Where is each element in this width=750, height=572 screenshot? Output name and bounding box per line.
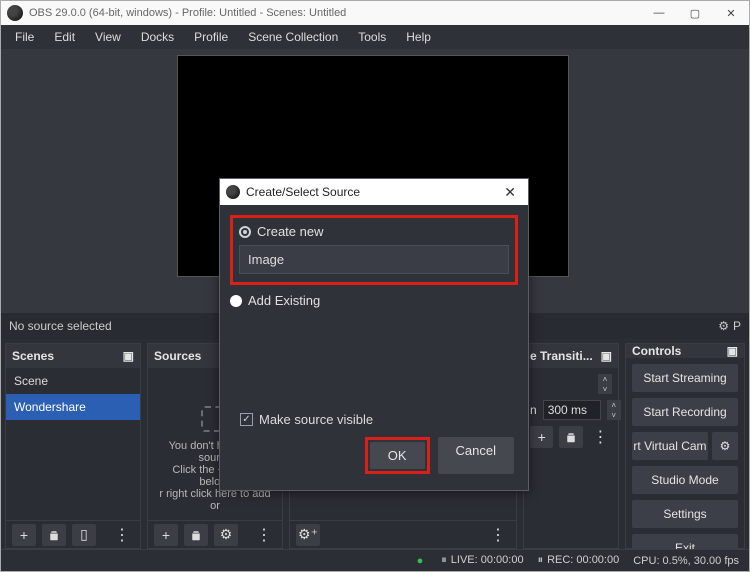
no-source-label: No source selected [9,319,112,333]
scenes-title: Scenes [12,349,54,363]
scene-item[interactable]: Wondershare [6,394,140,420]
add-existing-label: Add Existing [248,293,320,308]
source-name-input[interactable] [239,245,509,274]
dialog-app-icon [226,185,240,199]
duration-input[interactable] [543,400,601,420]
menu-tools[interactable]: Tools [348,28,396,46]
rec-status: REC: 00:00:00 [538,554,620,567]
menu-scene-collection[interactable]: Scene Collection [238,28,348,46]
transition-menu-button[interactable]: ⋮ [589,426,612,448]
menubar: File Edit View Docks Profile Scene Colle… [1,25,749,49]
virtual-cam-settings-button[interactable]: ⚙ [712,432,738,460]
create-new-radio[interactable] [239,226,251,238]
sources-hint-line: r right click here to add or [156,488,274,512]
maximize-button[interactable]: ▢ [677,1,713,25]
popout-icon[interactable]: ▣ [123,349,134,363]
create-new-label: Create new [257,224,323,239]
mixer-settings-button[interactable]: ⚙⁺ [296,524,320,546]
transition-up[interactable]: ˄ [598,374,612,384]
titlebar: OBS 29.0.0 (64-bit, windows) - Profile: … [1,1,749,25]
live-status: LIVE: 00:00:00 [441,554,523,567]
duration-up[interactable]: ˄ [607,400,621,410]
mixer-menu-button[interactable]: ⋮ [486,524,510,546]
start-streaming-button[interactable]: Start Streaming [632,364,738,392]
controls-title: Controls [632,344,681,358]
transition-down[interactable]: ˅ [598,384,612,394]
add-scene-button[interactable]: + [12,524,36,546]
transitions-panel: e Transiti... ▣ ˄ ˅ n ˄ ˅ [523,343,619,549]
connection-status-icon [417,555,428,567]
create-source-dialog: Create/Select Source ✕ Create new Add Ex… [219,178,529,491]
ok-button[interactable]: OK [370,442,425,469]
scene-menu-button[interactable]: ⋮ [110,524,134,546]
source-properties-button[interactable]: ⚙ [214,524,238,546]
scenes-panel: Scenes ▣ Scene Wondershare + ▯ ⋮ [5,343,141,549]
dialog-title: Create/Select Source [246,185,360,199]
duration-down[interactable]: ˅ [607,410,621,420]
menu-view[interactable]: View [85,28,131,46]
remove-scene-button[interactable] [42,524,66,546]
cancel-button[interactable]: Cancel [438,437,514,474]
source-menu-button[interactable]: ⋮ [252,524,276,546]
existing-sources-list[interactable] [230,314,518,404]
scenes-list[interactable]: Scene Wondershare [6,368,140,520]
menu-edit[interactable]: Edit [44,28,85,46]
app-icon [7,5,23,21]
remove-source-button[interactable] [184,524,208,546]
sources-title: Sources [154,349,201,363]
start-recording-button[interactable]: Start Recording [632,398,738,426]
menu-docks[interactable]: Docks [131,28,184,46]
dialog-titlebar: Create/Select Source ✕ [220,179,528,205]
make-visible-checkbox[interactable]: ✓ [240,413,253,426]
ok-highlight: OK [365,437,430,474]
close-button[interactable]: ✕ [713,1,749,25]
make-visible-label: Make source visible [259,412,373,427]
duration-label: n [530,403,537,417]
remove-transition-button[interactable] [559,426,582,448]
add-transition-button[interactable]: + [530,426,553,448]
virtual-cam-button[interactable]: rt Virtual Cam [632,432,708,460]
controls-panel: Controls ▣ Start Streaming Start Recordi… [625,343,745,549]
transitions-title: e Transiti... [530,349,593,363]
status-bar: LIVE: 00:00:00 REC: 00:00:00 CPU: 0.5%, … [1,549,749,571]
minimize-button[interactable]: — [641,1,677,25]
settings-button[interactable]: Settings [632,500,738,528]
preview-area[interactable]: Create/Select Source ✕ Create new Add Ex… [1,49,749,313]
scene-item[interactable]: Scene [6,368,140,394]
scene-filter-button[interactable]: ▯ [72,524,96,546]
menu-profile[interactable]: Profile [184,28,238,46]
menu-file[interactable]: File [5,28,44,46]
gear-icon[interactable]: ⚙ [718,319,729,333]
popout-icon[interactable]: ▣ [727,344,738,358]
cpu-status: CPU: 0.5%, 30.00 fps [633,555,739,567]
popout-icon[interactable]: ▣ [601,349,612,363]
window-title: OBS 29.0.0 (64-bit, windows) - Profile: … [29,7,641,19]
add-existing-radio[interactable] [230,295,242,307]
create-new-block: Create new [230,215,518,285]
add-source-button[interactable]: + [154,524,178,546]
dialog-close-button[interactable]: ✕ [498,184,522,201]
menu-help[interactable]: Help [396,28,441,46]
studio-mode-button[interactable]: Studio Mode [632,466,738,494]
properties-button[interactable]: P [733,319,741,333]
